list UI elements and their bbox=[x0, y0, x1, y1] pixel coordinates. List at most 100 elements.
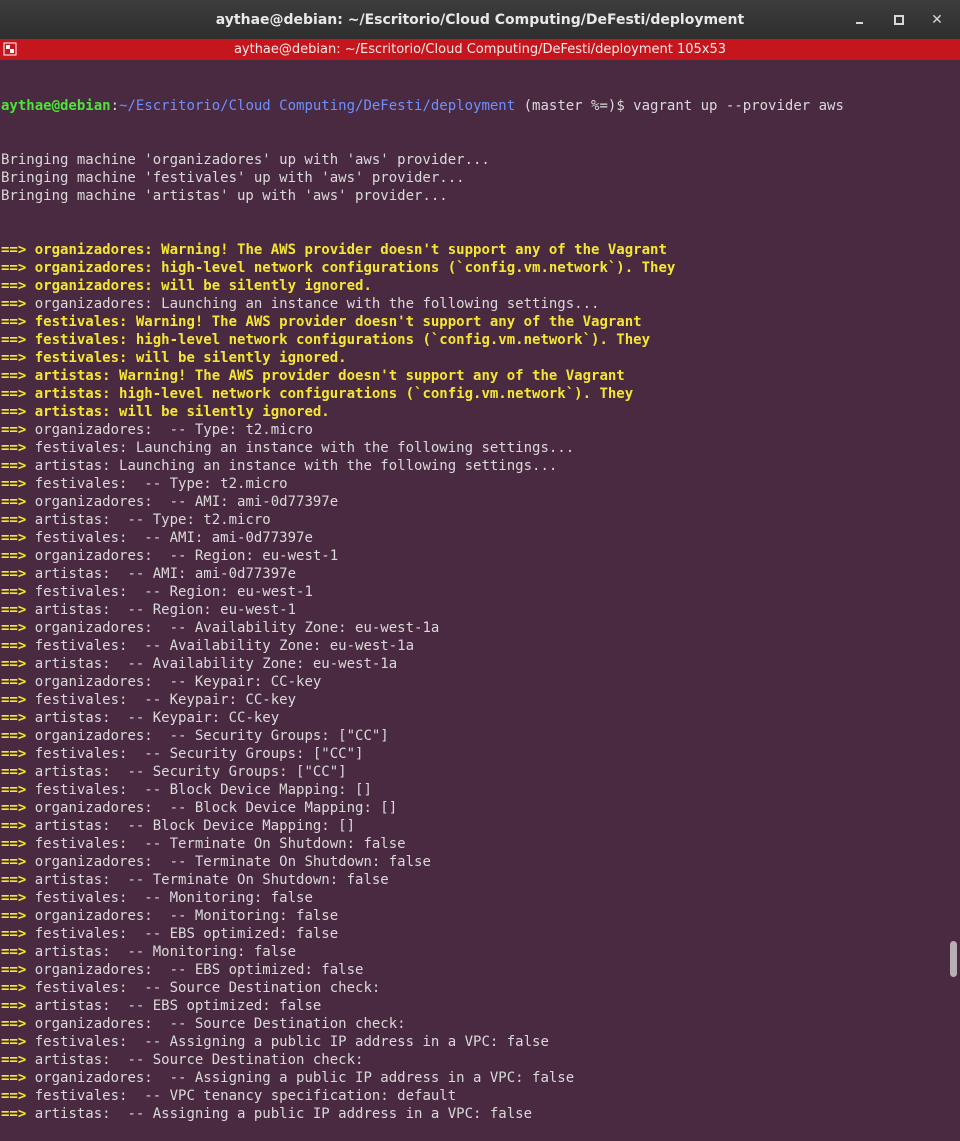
arrow-marker: ==> bbox=[1, 638, 27, 654]
arrow-marker: ==> bbox=[1, 926, 27, 942]
warning-line: ==> festivales: high-level network confi… bbox=[1, 331, 941, 349]
output-line: ==> festivales: -- Keypair: CC-key bbox=[1, 691, 941, 709]
output-text: festivales: -- VPC tenancy specification… bbox=[26, 1088, 457, 1104]
output-text: artistas: will be silently ignored. bbox=[26, 404, 330, 420]
output-text: festivales: high-level network configura… bbox=[26, 332, 651, 348]
output-text: organizadores: -- AMI: ami-0d77397e bbox=[26, 494, 339, 510]
output-text: festivales: -- Terminate On Shutdown: fa… bbox=[26, 836, 406, 852]
arrow-marker: ==> bbox=[1, 494, 27, 510]
arrow-marker: ==> bbox=[1, 764, 27, 780]
arrow-marker: ==> bbox=[1, 1070, 27, 1086]
terminal-scrollbar[interactable] bbox=[946, 61, 960, 1023]
output-line: ==> organizadores: -- Keypair: CC-key bbox=[1, 673, 941, 691]
output-text: organizadores: -- Assigning a public IP … bbox=[26, 1070, 575, 1086]
arrow-marker: ==> bbox=[1, 890, 27, 906]
output-line: ==> festivales: -- Assigning a public IP… bbox=[1, 1033, 941, 1051]
arrow-marker: ==> bbox=[1, 620, 27, 636]
output-line: ==> festivales: -- Block Device Mapping:… bbox=[1, 781, 941, 799]
warning-line: ==> artistas: Warning! The AWS provider … bbox=[1, 367, 941, 385]
output-text: organizadores: -- Region: eu-west-1 bbox=[26, 548, 339, 564]
arrow-marker: ==> bbox=[1, 476, 27, 492]
output-text: festivales: -- Monitoring: false bbox=[26, 890, 313, 906]
warning-line: ==> artistas: will be silently ignored. bbox=[1, 403, 941, 421]
arrow-marker: ==> bbox=[1, 368, 27, 384]
arrow-marker: ==> bbox=[1, 1106, 27, 1122]
output-text: artistas: Warning! The AWS provider does… bbox=[26, 368, 625, 384]
output-text: artistas: -- Assigning a public IP addre… bbox=[26, 1106, 533, 1122]
output-line: ==> festivales: -- Availability Zone: eu… bbox=[1, 637, 941, 655]
arrow-marker: ==> bbox=[1, 782, 27, 798]
minimize-icon bbox=[855, 21, 863, 24]
arrow-marker: ==> bbox=[1, 386, 27, 402]
arrow-marker: ==> bbox=[1, 440, 27, 456]
output-line: ==> festivales: -- Region: eu-west-1 bbox=[1, 583, 941, 601]
output-text: organizadores: -- Monitoring: false bbox=[26, 908, 339, 924]
bringing-machine-line: Bringing machine 'festivales' up with 'a… bbox=[1, 170, 465, 186]
output-text: festivales: -- Availability Zone: eu-wes… bbox=[26, 638, 415, 654]
output-text: festivales: -- Keypair: CC-key bbox=[26, 692, 297, 708]
prompt-user-host: aythae@debian bbox=[1, 98, 111, 114]
arrow-marker: ==> bbox=[1, 980, 27, 996]
close-button[interactable]: ✕ bbox=[924, 0, 950, 39]
output-text: artistas: -- Keypair: CC-key bbox=[26, 710, 280, 726]
arrow-marker: ==> bbox=[1, 584, 27, 600]
output-line: ==> artistas: -- Security Groups: ["CC"] bbox=[1, 763, 941, 781]
output-line: ==> organizadores: -- Type: t2.micro bbox=[1, 421, 941, 439]
output-text: festivales: -- Assigning a public IP add… bbox=[26, 1034, 549, 1050]
output-line: ==> artistas: -- Type: t2.micro bbox=[1, 511, 941, 529]
output-line: ==> organizadores: -- Source Destination… bbox=[1, 1015, 941, 1033]
output-line: ==> festivales: -- AMI: ami-0d77397e bbox=[1, 529, 941, 547]
arrow-marker: ==> bbox=[1, 872, 27, 888]
output-text: artistas: -- Region: eu-west-1 bbox=[26, 602, 297, 618]
output-text: organizadores: will be silently ignored. bbox=[26, 278, 372, 294]
minimize-button[interactable] bbox=[846, 0, 872, 39]
output-text: organizadores: -- Terminate On Shutdown:… bbox=[26, 854, 431, 870]
warning-line: ==> artistas: high-level network configu… bbox=[1, 385, 941, 403]
terminal-output[interactable]: aythae@debian:~/Escritorio/Cloud Computi… bbox=[1, 61, 941, 1122]
arrow-marker: ==> bbox=[1, 818, 27, 834]
output-line: ==> festivales: -- Source Destination ch… bbox=[1, 979, 941, 997]
output-text: festivales: Warning! The AWS provider do… bbox=[26, 314, 642, 330]
warning-line: ==> festivales: Warning! The AWS provide… bbox=[1, 313, 941, 331]
scrollbar-thumb[interactable] bbox=[950, 941, 957, 977]
output-line: ==> festivales: -- Type: t2.micro bbox=[1, 475, 941, 493]
output-text: festivales: Launching an instance with t… bbox=[26, 440, 575, 456]
arrow-marker: ==> bbox=[1, 1052, 27, 1068]
prompt-line: aythae@debian:~/Escritorio/Cloud Computi… bbox=[1, 97, 941, 115]
output-line: ==> artistas: -- Assigning a public IP a… bbox=[1, 1105, 941, 1123]
terminal-tab-icon[interactable] bbox=[3, 42, 17, 56]
output-line: ==> artistas: -- Source Destination chec… bbox=[1, 1051, 941, 1069]
output-line: ==> organizadores: -- AMI: ami-0d77397e bbox=[1, 493, 941, 511]
output-line: ==> festivales: -- Security Groups: ["CC… bbox=[1, 745, 941, 763]
arrow-marker: ==> bbox=[1, 314, 27, 330]
maximize-button[interactable] bbox=[886, 0, 912, 39]
warning-line: ==> organizadores: will be silently igno… bbox=[1, 277, 941, 295]
prompt-path: ~/Escritorio/Cloud Computing/DeFesti/dep… bbox=[119, 98, 516, 114]
prompt-command: (master %=)$ vagrant up --provider aws bbox=[515, 98, 844, 114]
output-text: artistas: high-level network configurati… bbox=[26, 386, 634, 402]
output-line: ==> artistas: -- EBS optimized: false bbox=[1, 997, 941, 1015]
output-text: festivales: will be silently ignored. bbox=[26, 350, 347, 366]
arrow-marker: ==> bbox=[1, 548, 27, 564]
output-line: ==> organizadores: -- Region: eu-west-1 bbox=[1, 547, 941, 565]
output-text: festivales: -- Source Destination check: bbox=[26, 980, 381, 996]
output-line: ==> organizadores: Launching an instance… bbox=[1, 295, 941, 313]
terminal-tab-bar[interactable]: aythae@debian: ~/Escritorio/Cloud Comput… bbox=[0, 39, 960, 60]
arrow-marker: ==> bbox=[1, 998, 27, 1014]
output-line: ==> organizadores: -- Terminate On Shutd… bbox=[1, 853, 941, 871]
warning-line: ==> organizadores: Warning! The AWS prov… bbox=[1, 241, 941, 259]
warning-line: ==> festivales: will be silently ignored… bbox=[1, 349, 941, 367]
window-titlebar[interactable]: aythae@debian: ~/Escritorio/Cloud Comput… bbox=[0, 0, 960, 39]
output-line: ==> artistas: -- Terminate On Shutdown: … bbox=[1, 871, 941, 889]
output-text: organizadores: -- Block Device Mapping: … bbox=[26, 800, 398, 816]
arrow-marker: ==> bbox=[1, 1034, 27, 1050]
arrow-marker: ==> bbox=[1, 350, 27, 366]
output-text: organizadores: -- Type: t2.micro bbox=[26, 422, 313, 438]
warning-line: ==> organizadores: high-level network co… bbox=[1, 259, 941, 277]
output-text: artistas: -- Availability Zone: eu-west-… bbox=[26, 656, 398, 672]
output-text: festivales: -- Region: eu-west-1 bbox=[26, 584, 313, 600]
output-line: ==> festivales: -- EBS optimized: false bbox=[1, 925, 941, 943]
output-line: ==> festivales: Launching an instance wi… bbox=[1, 439, 941, 457]
output-text: festivales: -- Block Device Mapping: [] bbox=[26, 782, 372, 798]
arrow-marker: ==> bbox=[1, 746, 27, 762]
